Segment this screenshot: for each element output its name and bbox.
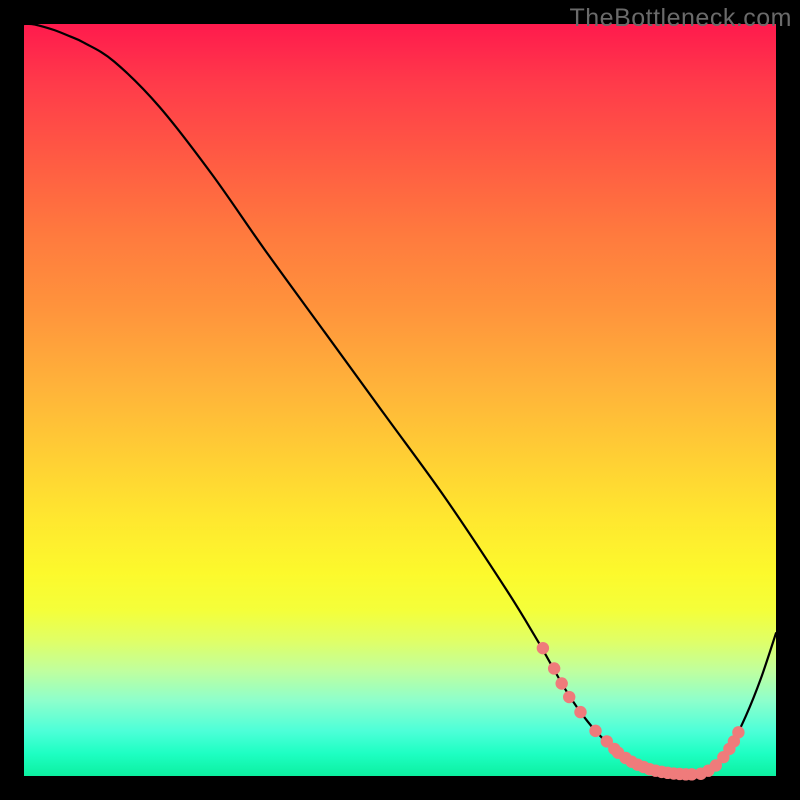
optimal-dot <box>555 677 567 689</box>
optimal-dot <box>589 725 601 737</box>
optimal-dot <box>537 642 549 654</box>
optimal-range-dots <box>537 642 745 781</box>
optimal-dot <box>732 726 744 738</box>
chart-svg <box>24 24 776 776</box>
optimal-dot <box>548 662 560 674</box>
optimal-dot <box>563 691 575 703</box>
bottleneck-curve <box>24 24 776 775</box>
optimal-dot <box>574 706 586 718</box>
